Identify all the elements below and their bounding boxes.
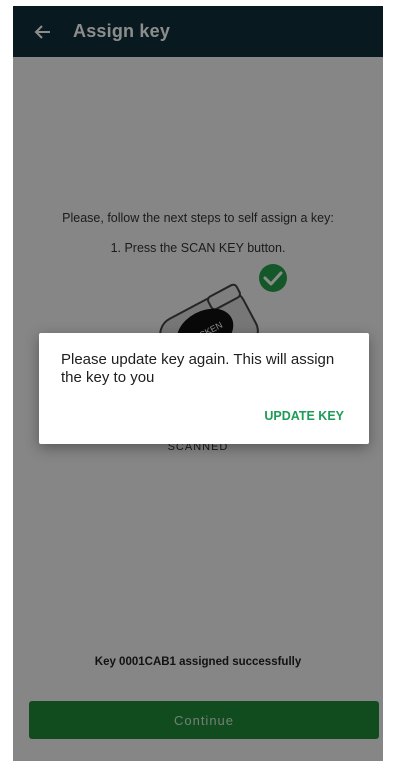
update-key-button[interactable]: UPDATE KEY <box>264 409 344 423</box>
update-key-dialog: Please update key again. This will assig… <box>39 333 369 444</box>
app-screen: Assign key Please, follow the next steps… <box>13 6 383 761</box>
dialog-message: Please update key again. This will assig… <box>61 351 335 386</box>
